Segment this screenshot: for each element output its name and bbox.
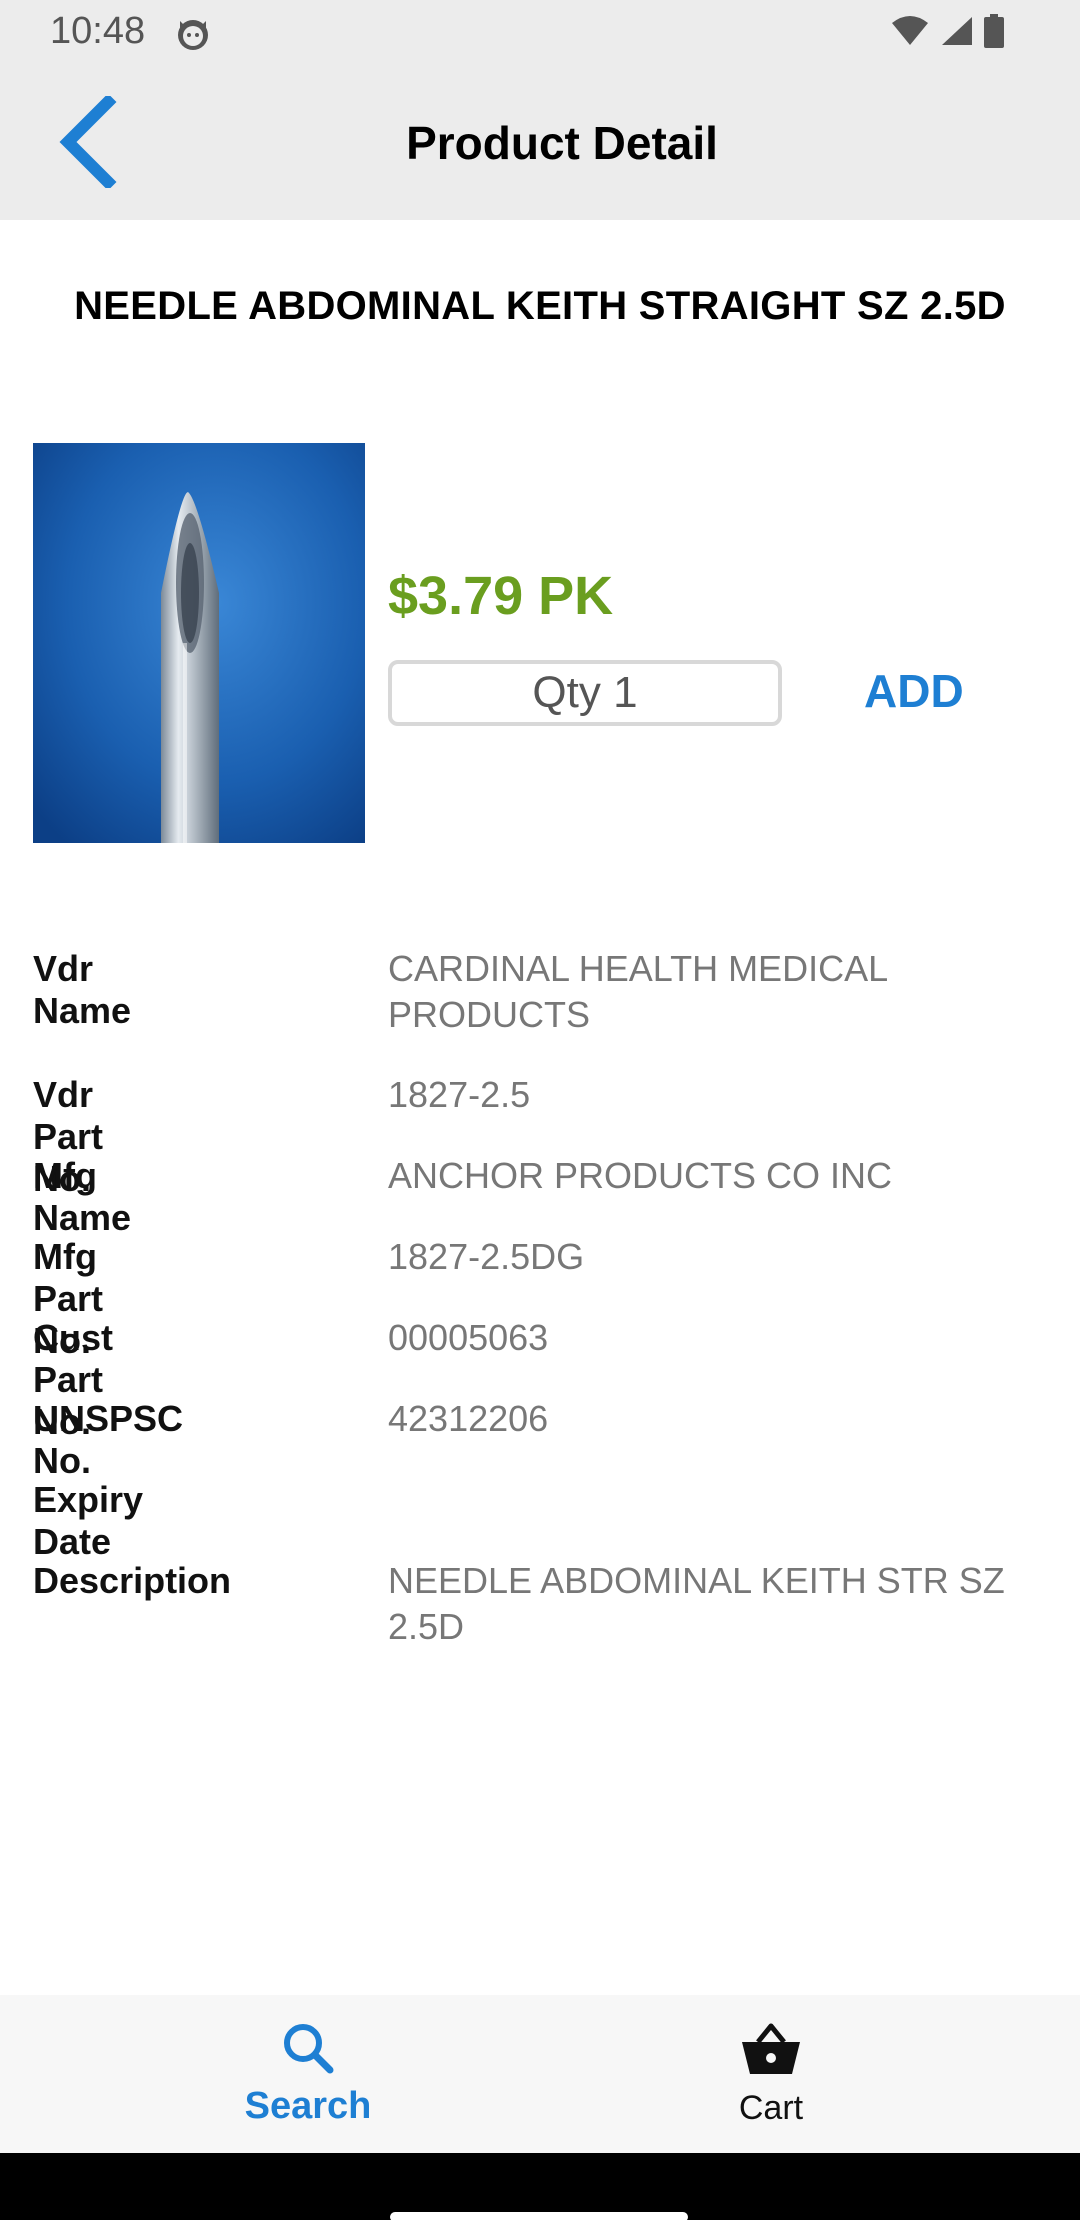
detail-label-mfg-name: Mfg Name [33,1155,132,1238]
bottom-nav: Search Cart [0,1995,1080,2153]
product-image [33,443,365,843]
battery-icon [984,13,1004,53]
product-price: $3.79 PK [388,566,614,626]
status-bar: 10:48 [0,0,1080,66]
wifi-icon [890,15,930,52]
product-title: NEEDLE ABDOMINAL KEITH STRAIGHT SZ 2.5D [74,284,1006,328]
detail-label-unspsc-no: UNSPSC No. [33,1398,184,1481]
nav-cart[interactable]: Cart [621,1995,921,2153]
detail-label-description: Description [33,1560,232,1601]
detail-value-cust-part-no: 00005063 [388,1317,549,1358]
search-icon [280,2020,336,2081]
nav-cart-label: Cart [738,2089,804,2127]
detail-value-mfg-name: ANCHOR PRODUCTS CO INC [388,1155,893,1196]
detail-label-vdr-name: Vdr Name [33,948,132,1031]
basket-icon [740,2020,802,2081]
quantity-input[interactable] [388,660,782,726]
page-title: Product Detail [406,117,718,169]
add-button[interactable]: ADD [864,664,964,718]
signal-icon [940,15,974,52]
detail-value-vdr-part-no: 1827-2.5 [388,1074,531,1115]
nav-search-label: Search [244,2085,372,2127]
detail-value-mfg-part-no: 1827-2.5DG [388,1236,585,1277]
detail-label-expiry-date: Expiry Date [33,1479,144,1562]
app-bar: Product Detail [0,66,1080,220]
nav-search[interactable]: Search [158,1995,458,2153]
system-nav-bar [0,2153,1080,2220]
detail-value-vdr-name: CARDINAL HEALTH MEDICAL PRODUCTS [388,948,887,1035]
detail-value-description: NEEDLE ABDOMINAL KEITH STR SZ 2.5D [388,1560,1005,1647]
cat-app-icon [176,17,210,51]
home-indicator[interactable] [390,2212,688,2220]
status-icons [890,13,1004,53]
status-time: 10:48 [50,10,146,52]
detail-value-unspsc-no: 42312206 [388,1398,549,1439]
